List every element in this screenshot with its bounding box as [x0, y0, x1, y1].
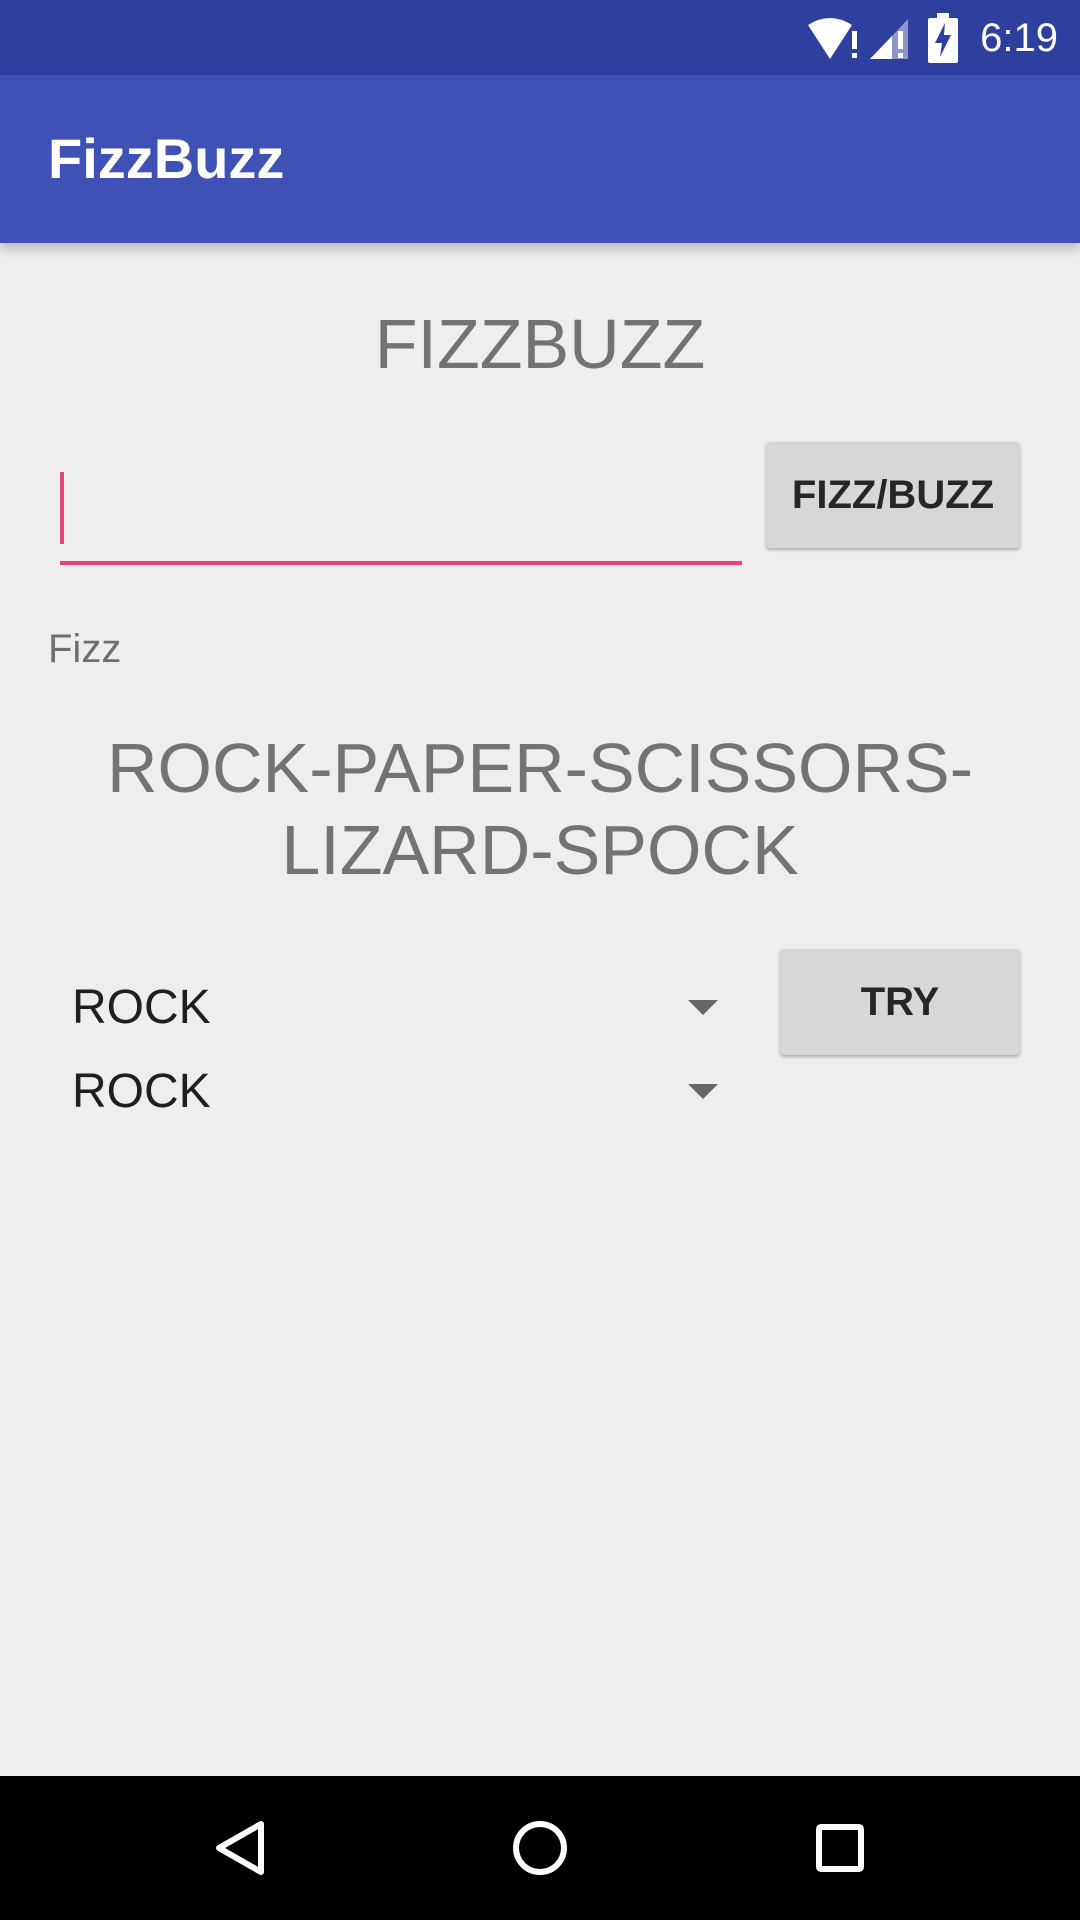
text-cursor: [60, 472, 64, 544]
navigation-bar: [0, 1776, 1080, 1920]
status-bar: 6:19: [0, 0, 1080, 75]
opponent-choice-value: ROCK: [72, 1065, 211, 1118]
player-choice-spinner[interactable]: ROCK: [48, 967, 738, 1049]
home-button[interactable]: [500, 1808, 580, 1888]
number-input[interactable]: [60, 449, 742, 565]
dropdown-arrow-icon: [688, 1084, 718, 1099]
status-time: 6:19: [980, 16, 1058, 60]
fizzbuzz-heading: FIZZBUZZ: [374, 305, 706, 383]
home-icon: [512, 1820, 568, 1876]
back-button[interactable]: [200, 1808, 280, 1888]
cell-signal-alert-icon: [868, 15, 916, 61]
opponent-choice-spinner[interactable]: ROCK: [48, 1051, 738, 1133]
wifi-alert-icon: [806, 15, 862, 61]
player-choice-value: ROCK: [72, 981, 211, 1034]
battery-charging-icon: [928, 13, 959, 63]
app-title: FizzBuzz: [48, 127, 285, 190]
try-button[interactable]: TRY: [780, 949, 1020, 1055]
recents-icon: [815, 1823, 865, 1873]
dropdown-arrow-icon: [688, 1000, 718, 1015]
rps-heading: ROCK-PAPER-SCISSORS- LIZARD-SPOCK: [0, 727, 1080, 891]
rps-heading-line-1: ROCK-PAPER-SCISSORS-: [106, 729, 974, 807]
rps-heading-line-2: LIZARD-SPOCK: [281, 811, 799, 889]
fizzbuzz-result: Fizz: [48, 627, 122, 671]
recents-button[interactable]: [800, 1808, 880, 1888]
app-bar: FizzBuzz: [0, 75, 1080, 243]
main-content: FIZZBUZZ FIZZ/BUZZ Fizz ROCK-PAPER-SCISS…: [0, 243, 1080, 1776]
fizz-buzz-button[interactable]: FIZZ/BUZZ: [766, 442, 1020, 548]
status-icons: 6:19: [806, 12, 1058, 64]
back-icon: [213, 1820, 267, 1876]
